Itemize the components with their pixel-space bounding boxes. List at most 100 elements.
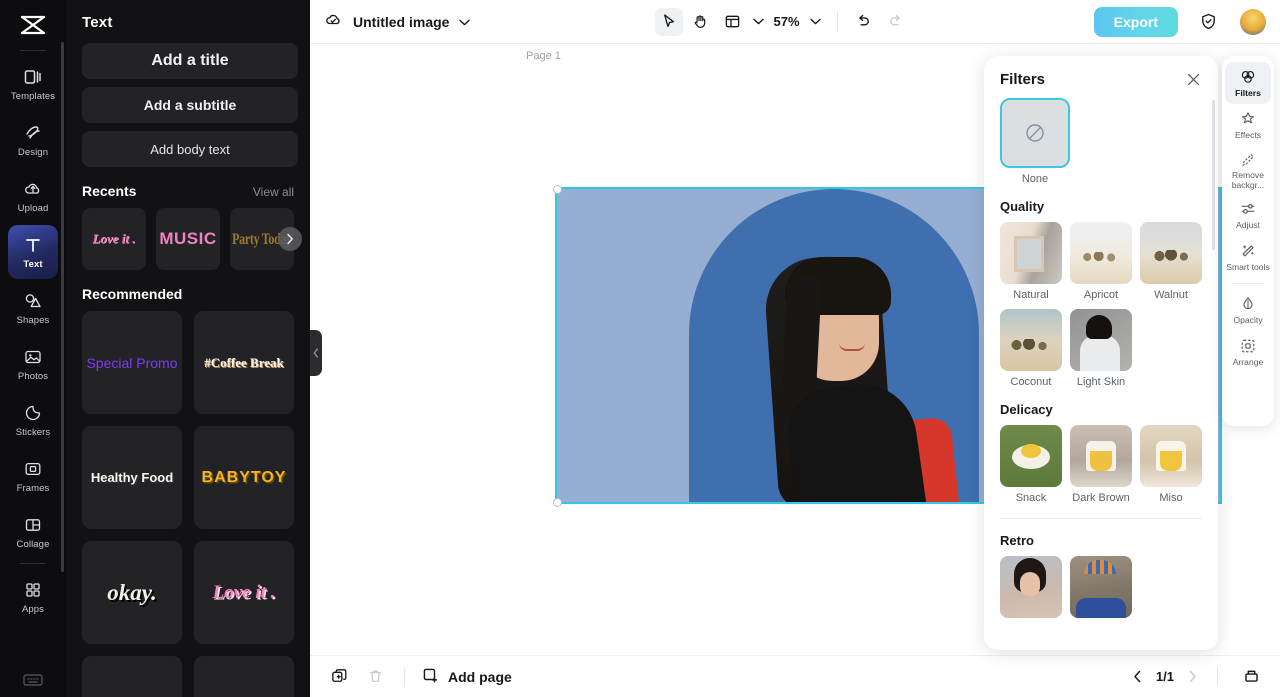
capcut-logo-icon[interactable] bbox=[13, 8, 53, 42]
tool-effects[interactable]: Effects bbox=[1225, 104, 1271, 146]
tool-smart-tools[interactable]: Smart tools bbox=[1225, 236, 1271, 278]
resize-handle-bottom-left[interactable] bbox=[553, 498, 562, 507]
recommended-card[interactable]: #Coffee Break bbox=[194, 311, 294, 414]
bottom-divider bbox=[404, 667, 405, 686]
tool-label: Adjust bbox=[1236, 219, 1260, 230]
recent-text-card[interactable]: Love it . bbox=[82, 208, 146, 270]
filter-tile-walnut[interactable]: Walnut bbox=[1140, 222, 1202, 301]
tool-remove-background[interactable]: Remove backgr... bbox=[1225, 146, 1271, 194]
toolrail-divider bbox=[1233, 283, 1263, 285]
page-label: Page 1 bbox=[526, 50, 561, 62]
sidebar-item-label: Upload bbox=[17, 203, 49, 214]
sidebar-item-label: Apps bbox=[21, 604, 45, 615]
filter-tile-miso[interactable]: Miso bbox=[1140, 425, 1202, 504]
filter-tile-retro-1[interactable] bbox=[1000, 556, 1062, 618]
resize-handle-top-left[interactable] bbox=[553, 185, 562, 194]
sidebar-item-stickers[interactable]: Stickers bbox=[8, 393, 58, 447]
sidebar-item-upload[interactable]: Upload bbox=[8, 169, 58, 223]
add-body-text-button[interactable]: Add body text bbox=[82, 131, 298, 167]
filter-tile-natural[interactable]: Natural bbox=[1000, 222, 1062, 301]
filter-tile-coconut[interactable]: Coconut bbox=[1000, 309, 1062, 388]
document-title-group[interactable]: Untitled image bbox=[324, 10, 471, 34]
sidebar-item-label: Design bbox=[17, 147, 49, 158]
close-x-icon[interactable] bbox=[1184, 70, 1202, 88]
filter-tile-caption: Light Skin bbox=[1076, 376, 1126, 388]
tool-filters[interactable]: Filters bbox=[1225, 62, 1271, 104]
filter-none[interactable]: None bbox=[1000, 98, 1070, 185]
prev-page-button[interactable] bbox=[1133, 670, 1142, 683]
recommended-card-label: Healthy Food bbox=[90, 470, 174, 485]
tool-label: Opacity bbox=[1233, 314, 1263, 325]
view-all-link[interactable]: View all bbox=[253, 185, 294, 199]
recommended-heading: Recommended bbox=[82, 286, 183, 302]
undo-button[interactable] bbox=[850, 8, 878, 36]
recommended-grid: Special Promo #Coffee Break Healthy Food… bbox=[82, 311, 294, 697]
zoom-level-value: 57% bbox=[773, 14, 800, 29]
filters-section-grid-retro bbox=[1000, 556, 1202, 618]
filter-tile-dark-brown[interactable]: Dark Brown bbox=[1070, 425, 1132, 504]
rail-scrollbar[interactable] bbox=[61, 42, 64, 572]
filter-thumbnail bbox=[1000, 556, 1062, 618]
tool-label: Effects bbox=[1234, 129, 1262, 140]
sidebar-item-design[interactable]: Design bbox=[8, 113, 58, 167]
sidebar-item-frames[interactable]: Frames bbox=[8, 449, 58, 503]
recommended-card[interactable] bbox=[194, 656, 294, 697]
arrange-icon bbox=[1239, 337, 1258, 356]
filters-scrollbar[interactable] bbox=[1212, 100, 1215, 250]
recommended-card[interactable] bbox=[82, 656, 182, 697]
user-avatar[interactable] bbox=[1240, 8, 1266, 35]
recommended-card[interactable]: BABYTOY bbox=[194, 426, 294, 529]
export-tray-icon[interactable] bbox=[1238, 664, 1264, 690]
filter-tile-apricot[interactable]: Apricot bbox=[1070, 222, 1132, 301]
filter-tile-caption: Snack bbox=[1015, 492, 1047, 504]
tool-opacity[interactable]: Opacity bbox=[1225, 289, 1271, 331]
layout-tool-button[interactable] bbox=[719, 8, 747, 36]
no-filter-icon[interactable] bbox=[1000, 98, 1070, 168]
filters-panel-title: Filters bbox=[1000, 70, 1046, 88]
next-page-button[interactable] bbox=[1188, 670, 1197, 683]
sidebar-item-apps[interactable]: Apps bbox=[8, 570, 58, 624]
sidebar-item-templates[interactable]: Templates bbox=[8, 57, 58, 111]
hand-tool-button[interactable] bbox=[687, 8, 715, 36]
recommended-card-label: BABYTOY bbox=[201, 468, 287, 486]
filter-tile-caption: Walnut bbox=[1154, 289, 1188, 301]
zoom-chevron-down-icon[interactable] bbox=[804, 18, 825, 25]
duplicate-page-button[interactable] bbox=[326, 664, 352, 690]
pager-divider bbox=[1217, 667, 1218, 686]
panel-collapse-handle[interactable] bbox=[310, 330, 322, 376]
filter-tile-retro-2[interactable] bbox=[1070, 556, 1132, 618]
apps-grid-icon bbox=[22, 579, 44, 601]
shield-check-icon[interactable] bbox=[1194, 8, 1222, 36]
chevron-right-icon[interactable] bbox=[278, 227, 302, 251]
add-a-title-button[interactable]: Add a title bbox=[82, 43, 298, 79]
tool-arrange[interactable]: Arrange bbox=[1225, 331, 1271, 373]
filters-panel-body[interactable]: None Quality Natural Apricot Walnut Coco… bbox=[984, 98, 1218, 650]
redo-button[interactable] bbox=[882, 8, 910, 36]
sidebar-item-shapes[interactable]: Shapes bbox=[8, 281, 58, 335]
add-a-subtitle-button[interactable]: Add a subtitle bbox=[82, 87, 298, 123]
delete-page-button[interactable] bbox=[362, 664, 388, 690]
filter-thumbnail bbox=[1070, 222, 1132, 284]
rail-keyboard-button[interactable] bbox=[0, 673, 66, 687]
tool-adjust[interactable]: Adjust bbox=[1225, 194, 1271, 236]
chevron-down-icon[interactable] bbox=[459, 13, 471, 31]
filters-circles-icon bbox=[1239, 68, 1258, 87]
filters-panel-header: Filters bbox=[984, 56, 1218, 98]
select-tool-button[interactable] bbox=[654, 7, 683, 36]
chevron-down-icon[interactable] bbox=[751, 18, 766, 25]
sidebar-item-collage[interactable]: Collage bbox=[8, 505, 58, 559]
filter-tile-light-skin[interactable]: Light Skin bbox=[1070, 309, 1132, 388]
export-button[interactable]: Export bbox=[1093, 6, 1178, 37]
sidebar-item-photos[interactable]: Photos bbox=[8, 337, 58, 391]
recommended-card[interactable]: Love it . bbox=[194, 541, 294, 644]
recommended-card-label: #Coffee Break bbox=[204, 354, 284, 370]
add-page-button[interactable]: Add page bbox=[421, 666, 512, 688]
filter-tile-snack[interactable]: Snack bbox=[1000, 425, 1062, 504]
recommended-card[interactable]: Healthy Food bbox=[82, 426, 182, 529]
adjust-sliders-icon bbox=[1239, 200, 1258, 219]
recommended-card[interactable]: okay. bbox=[82, 541, 182, 644]
recent-card-label: MUSIC bbox=[159, 229, 217, 248]
sidebar-item-text[interactable]: Text bbox=[8, 225, 58, 279]
recent-text-card[interactable]: MUSIC bbox=[156, 208, 220, 270]
recommended-card[interactable]: Special Promo bbox=[82, 311, 182, 414]
